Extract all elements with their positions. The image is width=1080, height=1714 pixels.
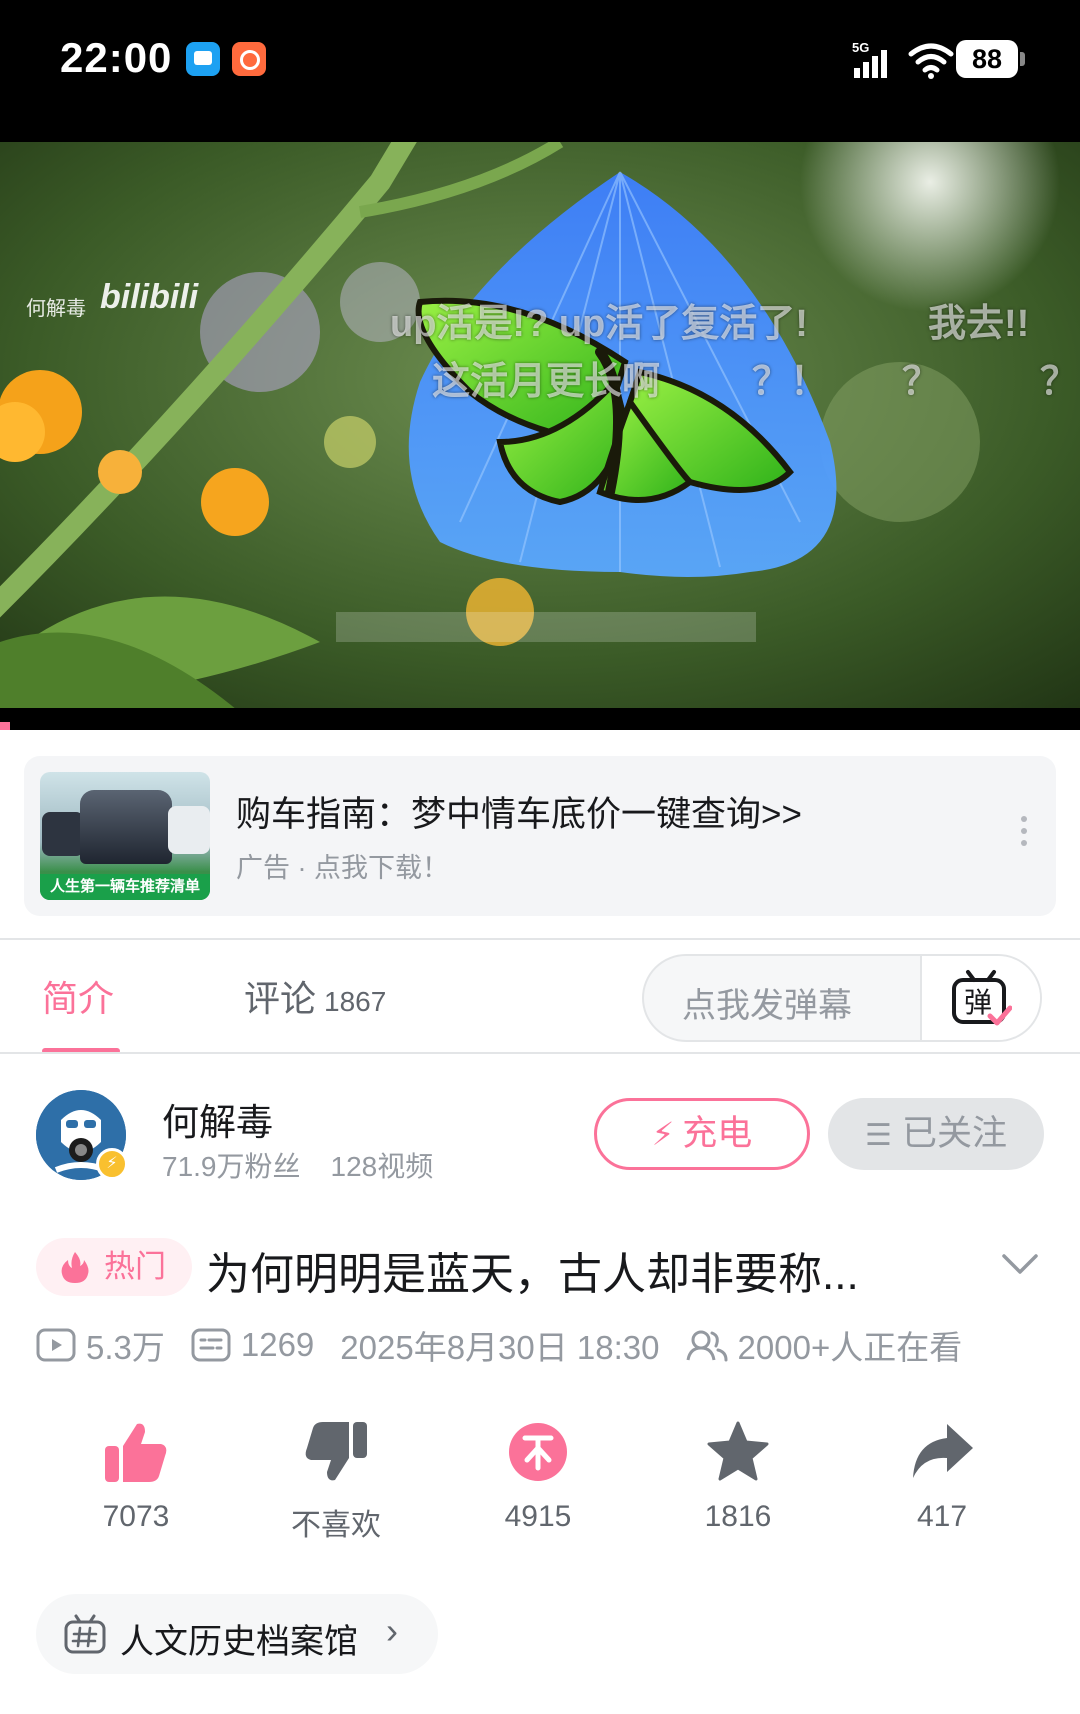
current-viewers: 2000+人正在看: [737, 1329, 963, 1366]
ad-subtitle: 广告 · 点我下载！: [236, 853, 449, 883]
thumbs-down-icon: [305, 1422, 367, 1481]
tab-bar: 简介 评论 1867 点我发弹幕 弹: [0, 940, 1080, 1054]
uploader-avatar[interactable]: ⚡: [36, 1090, 128, 1180]
share-arrow-icon: [913, 1424, 973, 1478]
star-icon: [707, 1421, 769, 1481]
battery-indicator: 88: [956, 40, 1025, 78]
hot-badge[interactable]: 热门: [36, 1238, 192, 1296]
favorite-count: 1816: [704, 1500, 772, 1533]
danmaku-toggle-glyph: 弹: [964, 986, 992, 1019]
wifi-icon: [908, 43, 954, 79]
danmaku-toggle-button[interactable]: 弹: [920, 956, 1040, 1040]
view-count: 5.3万: [86, 1329, 165, 1366]
follow-button[interactable]: ☰ 已关注: [828, 1098, 1044, 1170]
chevron-right-icon: ›: [386, 1610, 398, 1651]
coin-button[interactable]: 4915: [458, 1420, 618, 1550]
publish-time: 2025年8月30日 18:30: [340, 1329, 660, 1366]
chat-app-notification-icon: [186, 42, 220, 76]
ad-title[interactable]: 购车指南：梦中情车底价一键查询>>: [236, 786, 802, 837]
tab-comments[interactable]: 评论 1867: [244, 970, 386, 1022]
tab-comments-count: 1867: [324, 986, 387, 1017]
danmaku-comment: ？: [902, 361, 941, 403]
video-watermark-author: 何解毒: [26, 298, 86, 320]
favorite-button[interactable]: 1816: [658, 1420, 818, 1550]
ad-thumbnail-caption: 人生第一辆车推荐清单: [40, 874, 210, 900]
dislike-label: 不喜欢: [291, 1509, 381, 1542]
like-button[interactable]: 7073: [56, 1420, 216, 1550]
topic-tag-chip[interactable]: 人文历史档案馆 ›: [36, 1594, 438, 1674]
topic-tag-label: 人文历史档案馆: [120, 1623, 358, 1661]
uploader-name[interactable]: 何解毒: [162, 1092, 273, 1146]
like-count: 7073: [102, 1500, 170, 1533]
dislike-button[interactable]: 不喜欢: [256, 1420, 416, 1550]
uploader-fans: 71.9万粉丝: [162, 1151, 301, 1182]
charge-button[interactable]: ⚡ 充电: [594, 1098, 810, 1170]
ad-banner[interactable]: 人生第一辆车推荐清单 购车指南：梦中情车底价一键查询>> 广告 · 点我下载！: [24, 756, 1056, 916]
danmaku-comment: ？: [1040, 361, 1079, 403]
video-meta-row: 5.3万 1269 2025年8月30日 18:30 2000+人正在看: [36, 1320, 962, 1370]
danmaku-count: 1269: [240, 1326, 315, 1363]
danmaku-comment: ？！: [752, 361, 829, 403]
coin-count: 4915: [504, 1500, 572, 1533]
danmaku-input[interactable]: 点我发弹幕: [682, 978, 852, 1027]
share-count: 417: [916, 1500, 968, 1533]
chevron-down-icon[interactable]: [1000, 1250, 1040, 1280]
uploader-video-count: 128视频: [330, 1151, 434, 1182]
ad-thumbnail: 人生第一辆车推荐清单: [40, 772, 210, 900]
coin-icon: [509, 1423, 567, 1481]
danmaku-count-icon: [191, 1328, 231, 1362]
verified-badge-icon: ⚡: [96, 1148, 128, 1180]
bilibili-logo: bilibili: [100, 278, 199, 316]
cellular-signal-icon: 5G: [852, 40, 887, 78]
follow-button-label: 已关注: [901, 1114, 1007, 1153]
more-options-icon[interactable]: [1019, 816, 1029, 856]
tab-intro[interactable]: 简介: [42, 970, 114, 1022]
tab-comments-label: 评论: [244, 978, 317, 1019]
video-progress-bar[interactable]: [0, 722, 10, 730]
share-button[interactable]: 417: [862, 1420, 1022, 1550]
thumbs-up-icon: [105, 1423, 167, 1482]
uploader-stats: 71.9万粉丝 128视频: [162, 1145, 433, 1185]
danmaku-toggle-icon: 弹: [952, 970, 1012, 1026]
video-title[interactable]: 为何明明是蓝天，古人却非要称...: [206, 1238, 859, 1302]
hot-badge-label: 热门: [104, 1249, 166, 1284]
charge-button-label: 充电: [682, 1114, 753, 1153]
tab-divider: [0, 1052, 1080, 1054]
viewers-icon: [686, 1330, 728, 1362]
video-player[interactable]: 何解毒 bilibili up活是!? up活了复活了! 我去!! 这活月更长啊…: [0, 142, 1080, 730]
menu-lines-icon: ☰: [865, 1119, 892, 1152]
lightning-icon: ⚡: [651, 1116, 675, 1152]
danmaku-comment: 这活月更长啊: [432, 361, 661, 403]
danmaku-input-box[interactable]: 点我发弹幕 弹: [642, 954, 1042, 1042]
status-bar: 22:00 5G 88: [0, 0, 1080, 142]
video-frame-butterfly-image: [0, 142, 1080, 730]
danmaku-comment: up活是!? up活了复活了!: [390, 303, 808, 345]
flame-icon: [61, 1252, 89, 1283]
hashtag-channel-icon: [64, 1614, 106, 1654]
network-type-label: 5G: [852, 40, 869, 55]
danmaku-comment: 我去!!: [928, 303, 1030, 345]
status-time: 22:00: [60, 34, 173, 81]
play-count-icon: [36, 1328, 76, 1362]
camera-app-notification-icon: [232, 42, 266, 76]
